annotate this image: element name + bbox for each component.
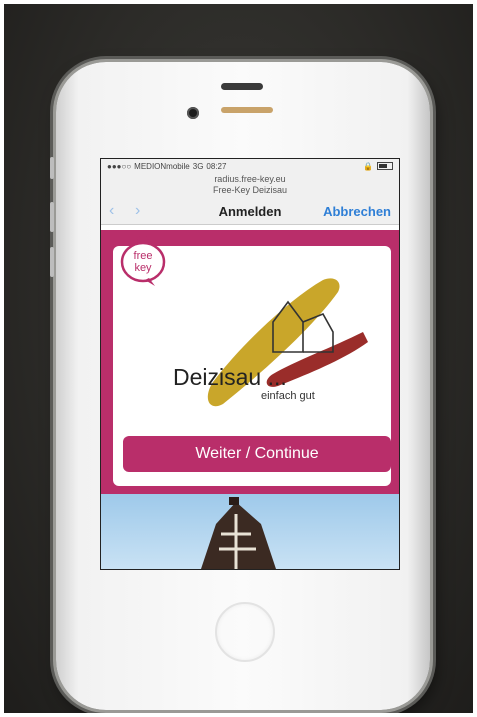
forward-icon[interactable]: › — [135, 202, 161, 220]
slogan: einfach gut — [261, 390, 315, 402]
url-text: radius.free-key.eu — [214, 174, 286, 184]
status-bar: ●●●○○ MEDIONmobile 3G 08:27 🔒 — [101, 159, 399, 173]
house-photo — [101, 494, 399, 569]
svg-text:key: key — [134, 262, 152, 274]
photo-background: ●●●○○ MEDIONmobile 3G 08:27 🔒 radius.fre… — [4, 4, 473, 713]
volume-down-button — [50, 247, 54, 277]
navigation-bar: ‹ › Anmelden Abbrechen — [101, 198, 399, 225]
continue-button[interactable]: Weiter / Continue — [123, 436, 391, 472]
signal-icon: ●●●○○ — [107, 161, 132, 171]
carrier-name: MEDIONmobile — [134, 161, 190, 171]
front-camera — [187, 107, 199, 119]
network-type: 3G — [192, 161, 204, 171]
cancel-button[interactable]: Abbrechen — [323, 204, 391, 219]
iphone-device: ●●●○○ MEDIONmobile 3G 08:27 🔒 radius.fre… — [50, 62, 430, 710]
address-bar[interactable]: radius.free-key.eu Free-Key Deizisau — [101, 173, 399, 198]
svg-text:free: free — [134, 250, 153, 262]
lock-icon: 🔒 — [363, 161, 373, 171]
town-name: Deizisau ... — [173, 364, 287, 390]
back-icon[interactable]: ‹ — [109, 202, 135, 220]
volume-up-button — [50, 202, 54, 232]
page-title: Free-Key Deizisau — [212, 185, 288, 195]
battery-icon — [377, 162, 393, 170]
half-timbered-house-image — [201, 497, 276, 569]
earpiece-slot — [221, 83, 263, 90]
home-button[interactable] — [215, 602, 275, 662]
free-key-logo: free key — [120, 235, 166, 286]
status-time: 08:27 — [206, 161, 227, 171]
portal-card: free key Deizisau ... einfach gut Weiter… — [113, 235, 391, 486]
earpiece-grille — [221, 107, 273, 113]
phone-screen: ●●●○○ MEDIONmobile 3G 08:27 🔒 radius.fre… — [100, 158, 400, 570]
portal-content: free key Deizisau ... einfach gut Weiter… — [101, 230, 399, 569]
mute-switch — [50, 157, 54, 179]
